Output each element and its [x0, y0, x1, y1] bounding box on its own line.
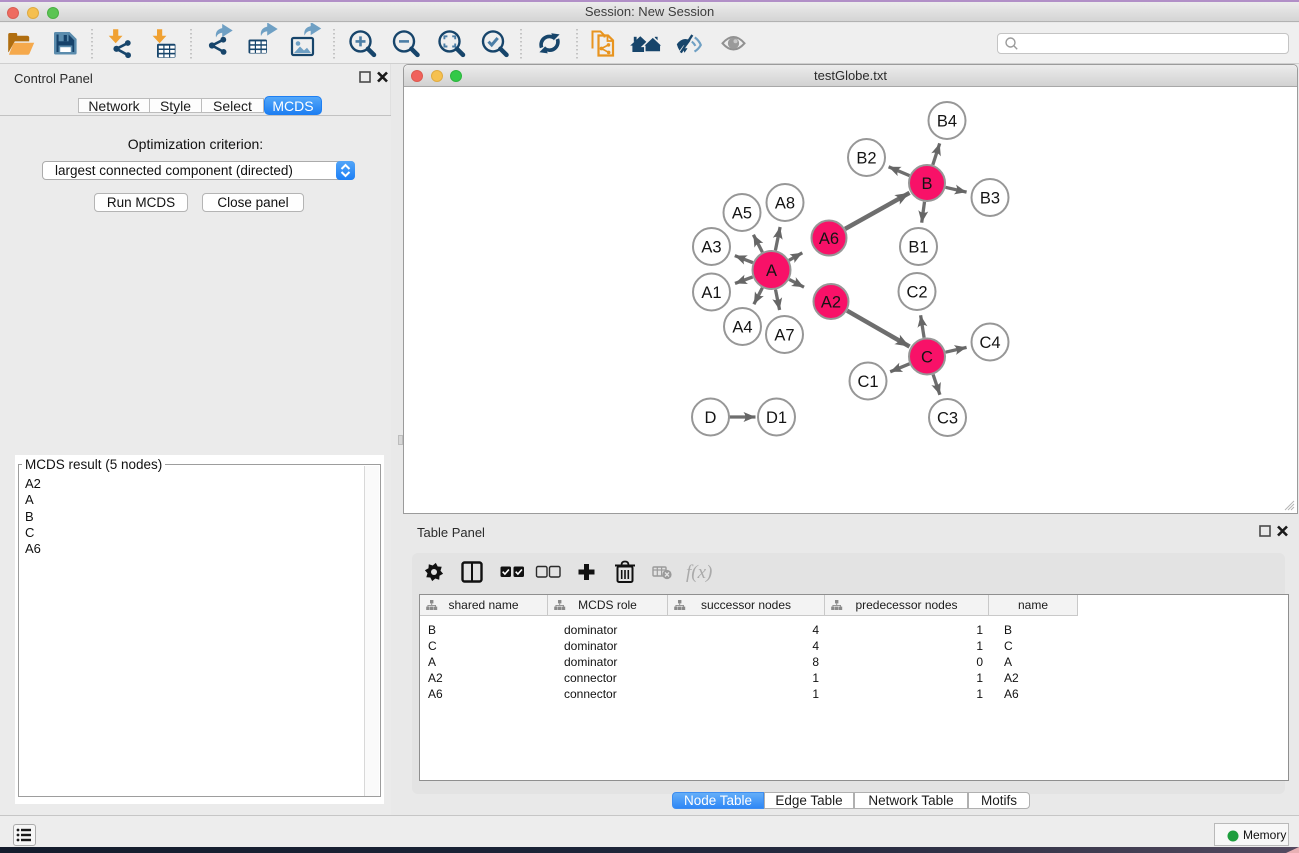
svg-text:C2: C2 [906, 284, 927, 302]
svg-text:C1: C1 [857, 373, 878, 391]
svg-text:D: D [705, 409, 717, 427]
svg-text:A2: A2 [821, 294, 841, 312]
svg-text:f(x): f(x) [686, 562, 712, 583]
svg-text:A7: A7 [774, 327, 794, 345]
svg-text:A6: A6 [819, 230, 839, 248]
svg-text:C: C [921, 349, 933, 367]
svg-text:B3: B3 [980, 190, 1000, 208]
svg-text:B1: B1 [908, 239, 928, 257]
svg-text:A4: A4 [732, 319, 752, 337]
svg-text:B2: B2 [856, 150, 876, 168]
svg-text:B: B [921, 175, 932, 193]
svg-text:C3: C3 [937, 410, 958, 428]
svg-text:A1: A1 [701, 284, 721, 302]
svg-text:B4: B4 [937, 113, 957, 131]
svg-text:A3: A3 [701, 239, 721, 257]
svg-text:A8: A8 [775, 195, 795, 213]
svg-text:A5: A5 [732, 205, 752, 223]
svg-text:D1: D1 [766, 409, 787, 427]
svg-text:A: A [766, 262, 777, 280]
svg-text:C4: C4 [979, 334, 1000, 352]
